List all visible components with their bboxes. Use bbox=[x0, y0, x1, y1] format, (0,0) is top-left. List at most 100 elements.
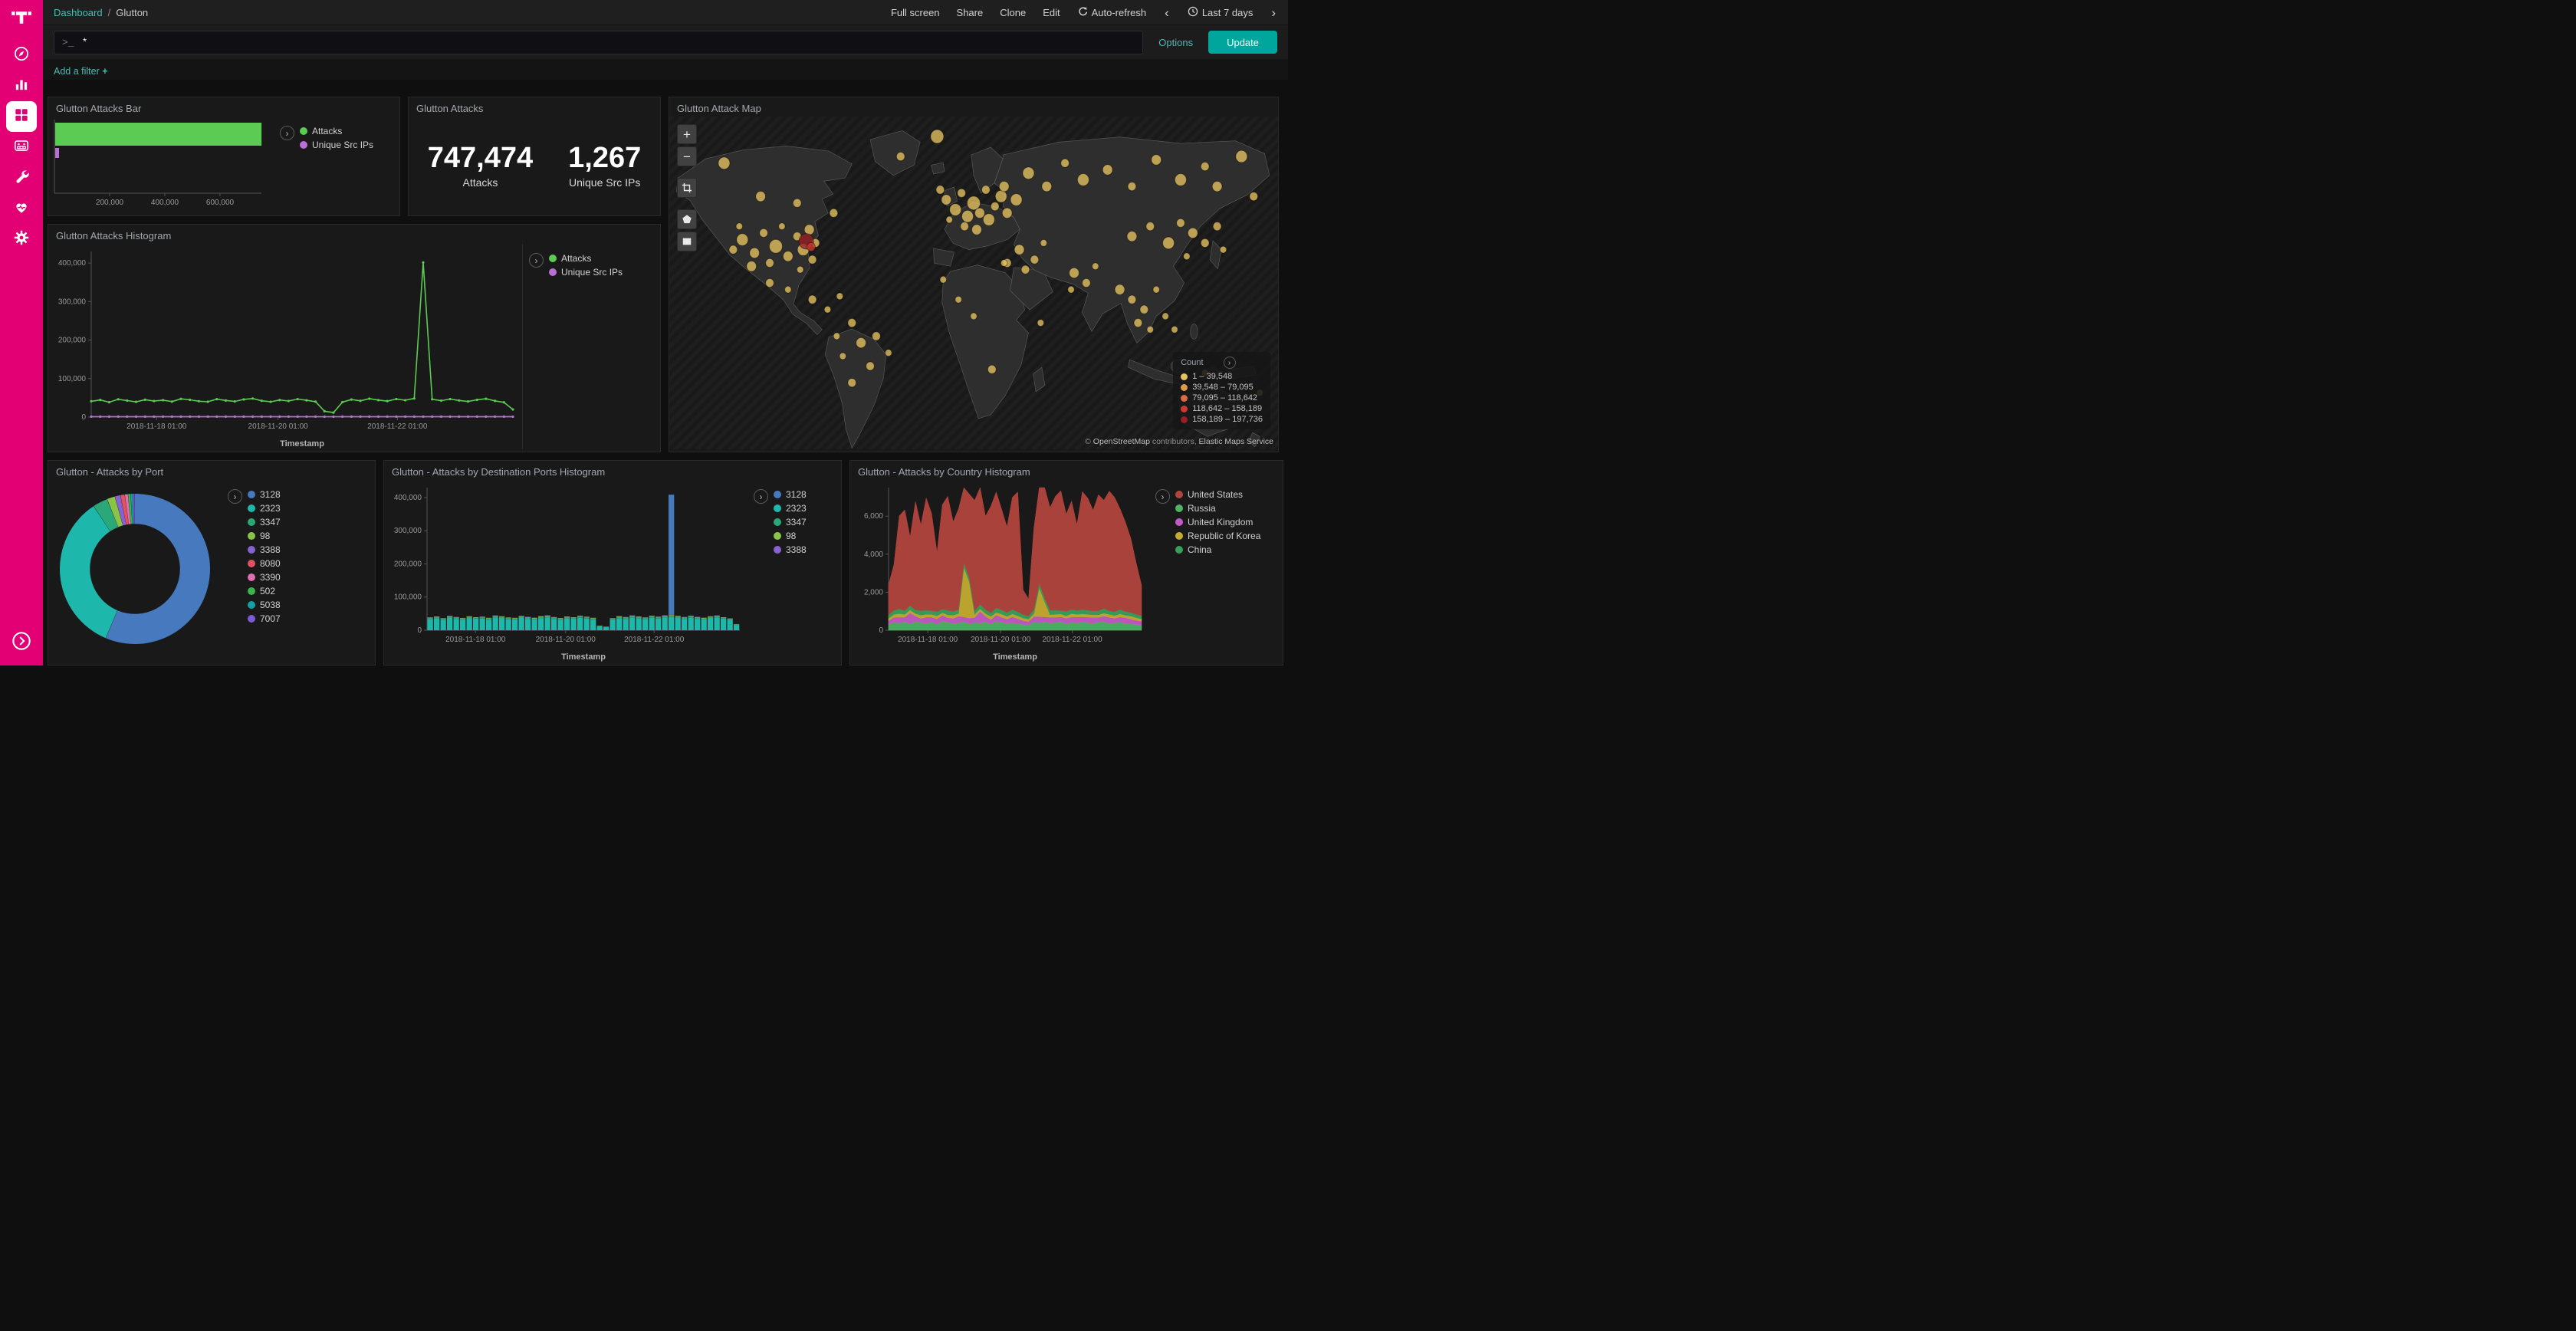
attack-circle[interactable] bbox=[1201, 162, 1209, 170]
ports-donut-chart[interactable] bbox=[58, 492, 212, 646]
panel-title[interactable]: Glutton - Attacks by Port bbox=[48, 461, 375, 480]
attack-circle[interactable] bbox=[1037, 320, 1044, 327]
sidebar-item-visualize[interactable] bbox=[6, 71, 37, 101]
attack-circle[interactable] bbox=[983, 214, 994, 226]
attack-circle[interactable] bbox=[866, 362, 875, 370]
clone-button[interactable]: Clone bbox=[1000, 7, 1026, 18]
attack-circle[interactable] bbox=[1040, 239, 1047, 246]
attack-circle[interactable] bbox=[1250, 192, 1258, 200]
attack-circle[interactable] bbox=[1188, 228, 1198, 238]
time-back-button[interactable]: ‹ bbox=[1163, 6, 1171, 19]
attack-circle[interactable] bbox=[760, 228, 768, 237]
attack-circle[interactable] bbox=[840, 353, 846, 360]
attack-circle[interactable] bbox=[972, 225, 982, 235]
attack-circle[interactable] bbox=[1134, 318, 1142, 327]
attack-circle[interactable] bbox=[793, 199, 801, 207]
attack-circle[interactable] bbox=[1128, 182, 1136, 190]
legend-item[interactable]: Attacks bbox=[300, 126, 373, 136]
attack-circle[interactable] bbox=[1146, 222, 1155, 231]
attack-circle[interactable] bbox=[833, 333, 840, 340]
legend-toggle-icon[interactable]: › bbox=[1224, 357, 1236, 369]
sidebar-item-dev-tools[interactable] bbox=[6, 163, 37, 193]
attack-circle[interactable] bbox=[1077, 174, 1089, 186]
crop-tool-button[interactable] bbox=[677, 178, 697, 198]
attack-circle[interactable] bbox=[999, 181, 1009, 192]
attack-circle[interactable] bbox=[1102, 165, 1112, 176]
attacks-histogram-chart[interactable]: 0100,000200,000300,000400,0002018-11-18 … bbox=[48, 244, 522, 449]
attack-circle[interactable] bbox=[936, 186, 945, 194]
attack-circle[interactable] bbox=[987, 365, 996, 373]
attack-circle[interactable] bbox=[886, 350, 892, 357]
legend-item[interactable]: 3347 bbox=[248, 517, 281, 527]
attack-circle[interactable] bbox=[856, 337, 866, 348]
legend-toggle-icon[interactable]: › bbox=[1155, 489, 1170, 504]
country-chart[interactable]: 02,0004,0006,0002018-11-18 01:002018-11-… bbox=[850, 480, 1149, 662]
rectangle-tool-button[interactable] bbox=[677, 232, 697, 251]
legend-item[interactable]: 98 bbox=[774, 531, 807, 541]
map-legend-item[interactable]: 118,642 – 158,189 bbox=[1181, 404, 1263, 413]
legend-item[interactable]: 7007 bbox=[248, 613, 281, 624]
attack-circle[interactable] bbox=[941, 195, 951, 205]
map-legend-item[interactable]: 158,189 – 197,736 bbox=[1181, 415, 1263, 424]
bar-Attacks[interactable] bbox=[55, 123, 261, 146]
legend-toggle-icon[interactable]: › bbox=[529, 253, 544, 268]
attack-circle[interactable] bbox=[950, 204, 961, 216]
attack-circle[interactable] bbox=[1082, 278, 1090, 287]
panel-title[interactable]: Glutton - Attacks by Destination Ports H… bbox=[384, 461, 841, 480]
panel-title[interactable]: Glutton Attacks bbox=[409, 97, 660, 117]
attack-circle[interactable] bbox=[766, 278, 774, 287]
legend-item[interactable]: 2323 bbox=[248, 503, 281, 514]
attack-circle[interactable] bbox=[808, 295, 816, 304]
attack-circle[interactable] bbox=[729, 245, 738, 254]
attack-circle[interactable] bbox=[1140, 305, 1148, 314]
attack-circle[interactable] bbox=[737, 234, 748, 246]
polygon-tool-button[interactable] bbox=[677, 209, 697, 229]
attack-circle[interactable] bbox=[747, 261, 757, 272]
attack-circle[interactable] bbox=[1014, 245, 1024, 255]
attack-circle[interactable] bbox=[981, 186, 990, 194]
attack-circle[interactable] bbox=[756, 191, 766, 202]
attack-circle[interactable] bbox=[1147, 326, 1154, 333]
attack-circle[interactable] bbox=[1236, 150, 1247, 163]
attack-circle[interactable] bbox=[931, 130, 944, 143]
attack-circle[interactable] bbox=[766, 258, 774, 267]
attack-circle[interactable] bbox=[946, 216, 953, 223]
panel-title[interactable]: Glutton Attacks Histogram bbox=[48, 225, 660, 244]
auto-refresh-button[interactable]: Auto-refresh bbox=[1077, 6, 1147, 19]
time-forward-button[interactable]: › bbox=[1270, 6, 1277, 19]
attack-circle[interactable] bbox=[1128, 295, 1136, 304]
full-screen-button[interactable]: Full screen bbox=[891, 7, 940, 18]
attack-circle[interactable] bbox=[961, 222, 969, 231]
attack-circle[interactable] bbox=[1002, 208, 1012, 219]
attack-circle[interactable] bbox=[1201, 238, 1209, 247]
attack-circle[interactable] bbox=[750, 248, 760, 258]
map-legend-item[interactable]: 79,095 – 118,642 bbox=[1181, 393, 1263, 403]
legend-toggle-icon[interactable]: › bbox=[754, 489, 768, 504]
legend-item[interactable]: 2323 bbox=[774, 503, 807, 514]
dest-ports-chart[interactable]: 0100,000200,000300,000400,0002018-11-18 … bbox=[384, 480, 748, 662]
attack-circle[interactable] bbox=[1023, 167, 1034, 179]
attack-circle[interactable] bbox=[785, 286, 792, 293]
attack-circle[interactable] bbox=[830, 209, 838, 217]
legend-toggle-icon[interactable]: › bbox=[228, 489, 242, 504]
attack-circle[interactable] bbox=[848, 318, 856, 327]
legend-item[interactable]: Unique Src IPs bbox=[300, 140, 373, 150]
attack-circle[interactable] bbox=[896, 152, 905, 160]
attack-circle[interactable] bbox=[1021, 265, 1030, 274]
legend-toggle-icon[interactable]: › bbox=[280, 126, 294, 140]
attack-circle[interactable] bbox=[1068, 286, 1075, 293]
attack-circle[interactable] bbox=[836, 293, 843, 300]
tmobile-logo[interactable] bbox=[11, 7, 32, 29]
legend-item[interactable]: 3390 bbox=[248, 572, 281, 583]
attack-circle[interactable] bbox=[1175, 174, 1186, 186]
sidebar-collapse-button[interactable] bbox=[12, 631, 31, 655]
attack-circle[interactable] bbox=[975, 208, 985, 219]
openstreetmap-link[interactable]: OpenStreetMap bbox=[1093, 437, 1150, 446]
attack-circle[interactable] bbox=[783, 251, 793, 262]
elastic-maps-service-link[interactable]: Elastic Maps Service bbox=[1199, 437, 1273, 446]
attack-circle[interactable] bbox=[808, 255, 816, 264]
legend-item[interactable]: Unique Src IPs bbox=[549, 267, 623, 278]
legend-item[interactable]: 3388 bbox=[248, 544, 281, 555]
attack-circle[interactable] bbox=[1115, 284, 1125, 295]
legend-item[interactable]: 3128 bbox=[248, 489, 281, 500]
